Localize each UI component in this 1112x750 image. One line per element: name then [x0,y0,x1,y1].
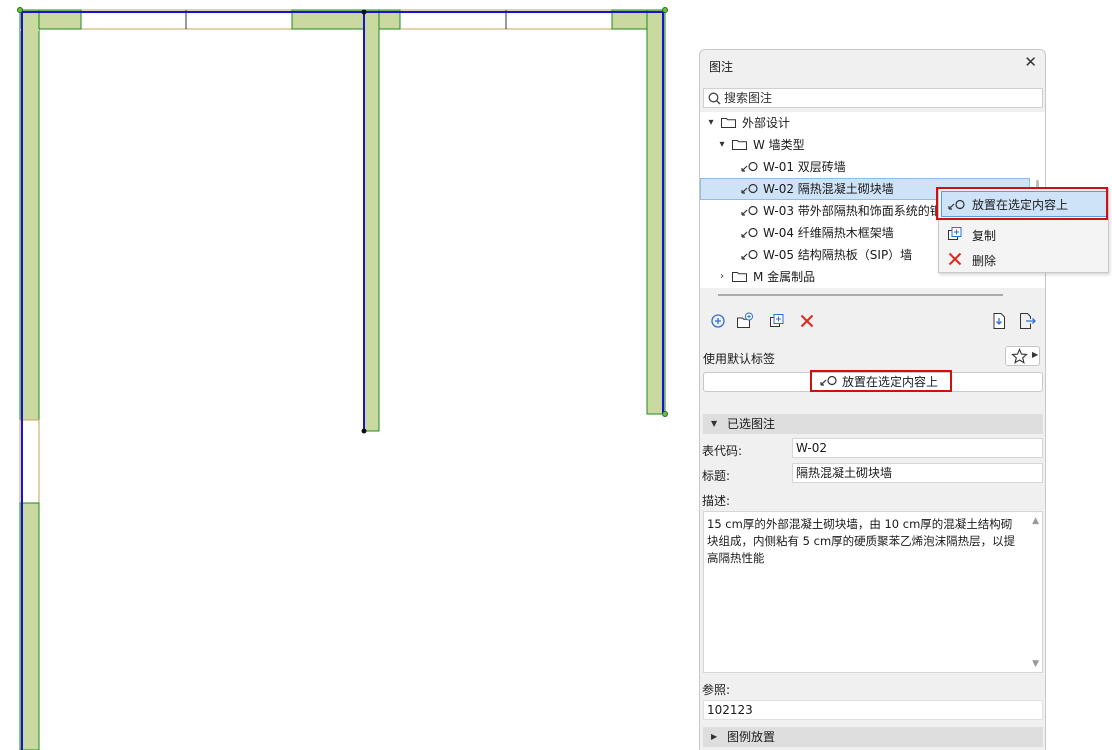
expand-arrow-icon: ▶ [711,732,718,741]
tree-item-label: W-05 结构隔热板（SIP）墙 [763,248,913,262]
duplicate-icon[interactable] [768,312,786,330]
legend-placement-section[interactable]: ▶ 图例放置 [703,727,1043,747]
tree-item-label: W-04 纤维隔热木框架墙 [763,226,894,240]
scroll-up-icon[interactable]: ▲ [1032,516,1039,526]
tree-item-label: W-01 双层砖墙 [763,160,846,174]
menu-item-delete[interactable]: 删除 [939,248,1108,270]
code-field[interactable]: W-02 [792,438,1043,458]
reference-label: 参照: [702,683,731,697]
section-label: 图例放置 [727,730,776,744]
import-icon[interactable] [990,312,1008,330]
palette-title: 图注 [709,60,734,74]
tree-folder-label: M 金属制品 [753,270,816,284]
floor-plan-canvas[interactable] [0,0,690,750]
folder-icon [732,272,747,282]
tree-folder-label: W 墙类型 [753,138,805,152]
delete-icon[interactable] [798,312,816,330]
title-label: 标题: [702,469,731,483]
dropdown-arrow-icon: ▶ [1032,350,1039,359]
chevron-down-icon[interactable]: ▾ [717,134,727,156]
highlight-box: 放置在选定内容上 [810,370,952,392]
tree-folder[interactable]: ▾ 外部设计 [700,112,1030,134]
new-folder-icon[interactable] [736,312,754,330]
keynote-icon [820,375,837,386]
export-icon[interactable] [1018,312,1036,330]
chevron-right-icon[interactable]: › [717,266,727,288]
description-text: 15 cm厚的外部混凝土砌块墙，由 10 cm厚的混凝土结构砌块组成，内侧粘有 … [707,517,1016,565]
title-field[interactable]: 隔热混凝土砌块墙 [792,463,1043,483]
code-label: 表代码: [702,444,743,458]
duplicate-icon [948,227,962,240]
search-icon [708,92,721,105]
search-box[interactable] [703,88,1043,108]
keynote-icon [741,183,758,194]
scroll-down-icon[interactable]: ▼ [1032,659,1039,669]
place-on-selection-button[interactable]: 放置在选定内容上 [703,370,1043,392]
favorites-button[interactable]: ▶ [1005,346,1040,366]
tree-item-label: W-02 隔热混凝土砌块墙 [763,182,894,196]
tree-item-w01[interactable]: W-01 双层砖墙 [700,156,1030,178]
selected-keynote-section[interactable]: ▼ 已选图注 [703,414,1043,434]
context-menu: 放置在选定内容上 复制 删除 [936,187,1109,273]
tree-folder[interactable]: ▾ W 墙类型 [700,134,1030,156]
menu-item-label: 删除 [972,254,997,268]
place-button-label: 放置在选定内容上 [842,375,939,389]
keynotes-palette: 图注 ✕ ▾ 外部设计 ▾ W 墙类型 W-01 双层砖墙 W-02 隔热混凝土… [699,49,1046,750]
tree-folder-label: 外部设计 [742,116,791,130]
menu-item-copy[interactable]: 复制 [939,223,1108,245]
wall-middle[interactable] [363,9,380,432]
keynote-icon [741,227,758,238]
keynote-icon [741,249,758,260]
chevron-down-icon[interactable]: ▾ [706,112,716,134]
horizontal-scrollbar[interactable] [718,294,1003,296]
delete-icon [948,252,962,266]
star-icon [1011,348,1028,364]
collapse-arrow-icon: ▼ [711,419,718,428]
menu-item-label: 复制 [972,229,997,243]
highlight-box [936,187,1108,220]
close-icon[interactable]: ✕ [1024,55,1037,70]
description-field[interactable]: 15 cm厚的外部混凝土砌块墙，由 10 cm厚的混凝土结构砌块组成，内侧粘有 … [703,511,1043,673]
folder-icon [721,118,736,128]
default-label-text: 使用默认标签 [703,352,776,366]
add-circle-icon[interactable] [709,312,727,330]
reference-line [21,11,664,750]
tree-item-label: W-03 带外部隔热和饰面系统的钢 [763,204,942,218]
folder-icon [732,140,747,150]
description-label: 描述: [702,494,731,508]
search-input[interactable] [724,89,1024,107]
reference-field[interactable]: 102123 [703,700,1043,720]
section-label: 已选图注 [727,417,776,431]
keynote-icon [741,161,758,172]
keynote-icon [741,205,758,216]
